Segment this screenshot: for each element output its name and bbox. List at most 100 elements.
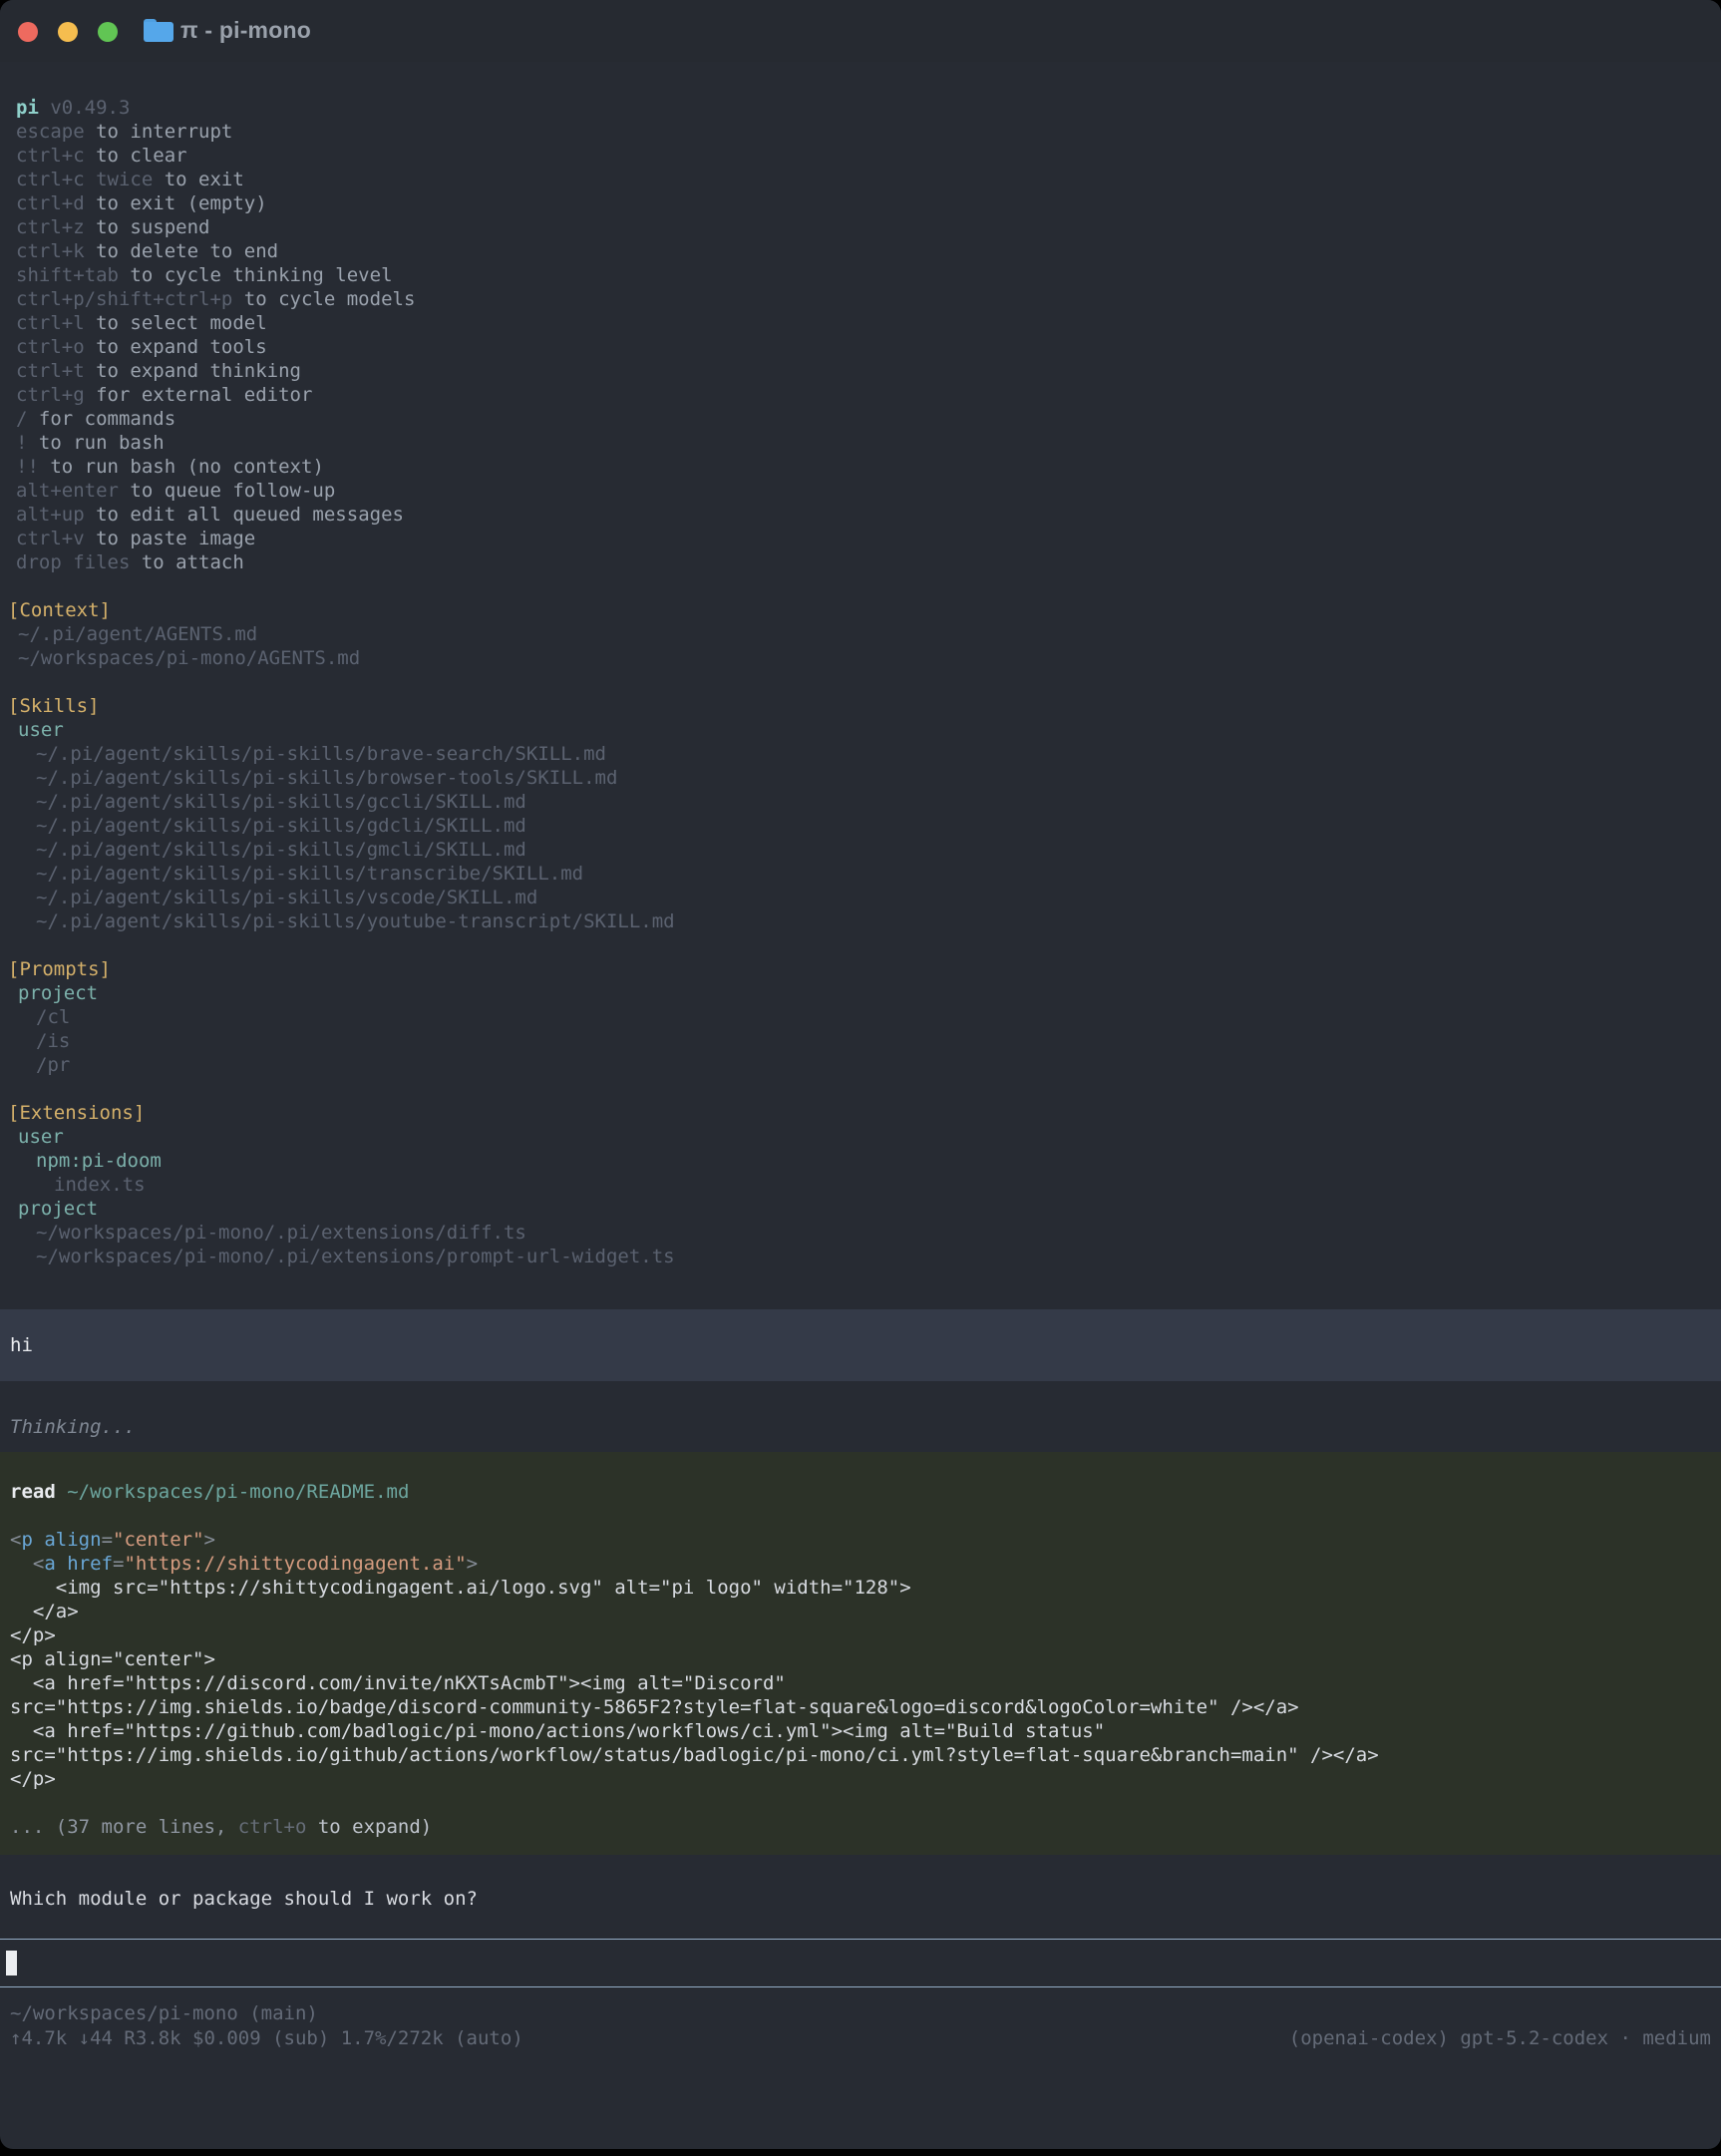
- hint-key: /: [16, 408, 27, 430]
- tool-output: <p align="center"> <a href="https://shit…: [10, 1528, 1711, 1839]
- hint-line: ctrl+c twice to exit: [16, 168, 1721, 191]
- hint-line: ctrl+c to clear: [16, 144, 1721, 168]
- hint-line: ctrl+g for external editor: [16, 383, 1721, 407]
- hints-list: escape to interruptctrl+c to clearctrl+c…: [16, 120, 1721, 574]
- code-token: <: [33, 1553, 44, 1575]
- tool-argument: ~/workspaces/pi-mono/README.md: [67, 1481, 409, 1503]
- traffic-light-zoom-button[interactable]: [98, 22, 118, 42]
- hint-key: escape: [16, 121, 85, 143]
- hint-desc: to delete to end: [96, 240, 278, 262]
- hint-line: ctrl+l to select model: [16, 311, 1721, 335]
- hint-desc: to cycle models: [244, 288, 416, 310]
- tool-name: read: [10, 1481, 56, 1503]
- hint-line: ctrl+z to suspend: [16, 215, 1721, 239]
- tree-line: ~/.pi/agent/skills/pi-skills/browser-too…: [8, 766, 1721, 790]
- app-version: v0.49.3: [50, 97, 130, 119]
- code-token: <img src="https://shittycodingagent.ai/l…: [10, 1577, 911, 1599]
- hint-line: / for commands: [16, 407, 1721, 431]
- assistant-message: Which module or package should I work on…: [0, 1887, 1721, 1911]
- hint-key: drop files: [16, 551, 130, 573]
- code-line: </p>: [10, 1623, 1711, 1647]
- statusbar: ~/workspaces/pi-mono (main) ↑4.7k ↓44 R3…: [0, 1987, 1721, 2051]
- code-line: src="https://img.shields.io/badge/discor…: [10, 1695, 1711, 1719]
- hint-desc: to select model: [96, 312, 267, 334]
- code-token: src="https://img.shields.io/badge/discor…: [10, 1696, 1299, 1718]
- terminal-window: π - pi-mono pi v0.49.3 escape to interru…: [0, 0, 1721, 2149]
- hint-desc: to edit all queued messages: [96, 504, 404, 526]
- hint-key: ctrl+p/shift+ctrl+p: [16, 288, 232, 310]
- code-token: =: [102, 1529, 113, 1551]
- code-token: [10, 1553, 33, 1575]
- tree-line: ~/.pi/agent/skills/pi-skills/transcribe/…: [8, 862, 1721, 886]
- hint-key: ctrl+v: [16, 528, 85, 549]
- hint-key: ctrl+c twice: [16, 169, 153, 190]
- tree-line: project: [8, 1197, 1721, 1221]
- code-token: [33, 1529, 44, 1551]
- tree-line: ~/.pi/agent/skills/pi-skills/gdcli/SKILL…: [8, 814, 1721, 838]
- code-line: src="https://img.shields.io/github/actio…: [10, 1743, 1711, 1767]
- hint-desc: to queue follow-up: [130, 480, 335, 502]
- code-token: </p>: [10, 1624, 56, 1646]
- hint-desc: to cycle thinking level: [130, 264, 392, 286]
- hint-line: ctrl+t to expand thinking: [16, 359, 1721, 383]
- code-line: </a>: [10, 1600, 1711, 1623]
- tree-line: ~/workspaces/pi-mono/.pi/extensions/diff…: [8, 1221, 1721, 1245]
- tree-line: /pr: [8, 1053, 1721, 1077]
- hint-line: alt+up to edit all queued messages: [16, 503, 1721, 527]
- tree-line: /cl: [8, 1005, 1721, 1029]
- workdir-branch: ~/workspaces/pi-mono (main): [10, 2001, 1711, 2026]
- code-token: <: [10, 1529, 21, 1551]
- hint-key: ctrl+c: [16, 145, 85, 167]
- code-line: <p align="center">: [10, 1528, 1711, 1552]
- code-token: =: [113, 1553, 124, 1575]
- code-token: "center": [113, 1529, 204, 1551]
- hint-line: !! to run bash (no context): [16, 455, 1721, 479]
- tree-line: ~/.pi/agent/skills/pi-skills/brave-searc…: [8, 742, 1721, 766]
- code-token: ... (37 more lines,: [10, 1816, 238, 1838]
- hint-line: alt+enter to queue follow-up: [16, 479, 1721, 503]
- startup-hints: pi v0.49.3 escape to interruptctrl+c to …: [0, 96, 1721, 574]
- code-token: <a href="https://discord.com/invite/nKXT…: [10, 1672, 786, 1694]
- code-token: a: [44, 1553, 55, 1575]
- hint-key: alt+up: [16, 504, 85, 526]
- hint-desc: to paste image: [96, 528, 255, 549]
- user-message: hi: [0, 1309, 1721, 1381]
- hint-desc: to interrupt: [96, 121, 232, 143]
- hint-desc: to clear: [96, 145, 187, 167]
- hint-desc: to run bash: [39, 432, 165, 454]
- tree-line: index.ts: [8, 1173, 1721, 1197]
- hint-key: ctrl+t: [16, 360, 85, 382]
- tree-line: ~/.pi/agent/AGENTS.md: [8, 622, 1721, 646]
- tool-call-block: read ~/workspaces/pi-mono/README.md <p a…: [0, 1452, 1721, 1855]
- hint-key: ctrl+l: [16, 312, 85, 334]
- code-line: </p>: [10, 1767, 1711, 1791]
- hint-key: ctrl+k: [16, 240, 85, 262]
- tree-line: ~/.pi/agent/skills/pi-skills/youtube-tra…: [8, 909, 1721, 933]
- code-token: "https://shittycodingagent.ai": [124, 1553, 466, 1575]
- tree-line: ~/workspaces/pi-mono/.pi/extensions/prom…: [8, 1245, 1721, 1268]
- code-line: <img src="https://shittycodingagent.ai/l…: [10, 1576, 1711, 1600]
- hint-desc: for external editor: [96, 384, 312, 406]
- prompt-input[interactable]: [0, 1940, 1721, 1986]
- hint-desc: for commands: [39, 408, 175, 430]
- code-line: <a href="https://github.com/badlogic/pi-…: [10, 1719, 1711, 1743]
- code-line: <a href="https://shittycodingagent.ai">: [10, 1552, 1711, 1576]
- hint-key: !!: [16, 456, 39, 478]
- tree-line: npm:pi-doom: [8, 1149, 1721, 1173]
- code-token: ctrl+o: [238, 1816, 307, 1838]
- hint-key: ctrl+g: [16, 384, 85, 406]
- titlebar: π - pi-mono: [0, 0, 1721, 62]
- hint-key: ctrl+z: [16, 216, 85, 238]
- status-row-2: ↑4.7k ↓44 R3.8k $0.009 (sub) 1.7%/272k (…: [10, 2026, 1711, 2051]
- traffic-light-minimize-button[interactable]: [58, 22, 78, 42]
- tree-line: user: [8, 718, 1721, 742]
- traffic-light-close-button[interactable]: [18, 22, 38, 42]
- hint-line: ctrl+d to exit (empty): [16, 191, 1721, 215]
- panels: [Context]~/.pi/agent/AGENTS.md~/workspac…: [0, 598, 1721, 1268]
- code-token: to expand): [306, 1816, 432, 1838]
- hint-line: ! to run bash: [16, 431, 1721, 455]
- hint-key: ctrl+o: [16, 336, 85, 358]
- thinking-indicator: Thinking...: [0, 1415, 1721, 1439]
- hint-line: ctrl+k to delete to end: [16, 239, 1721, 263]
- token-usage: ↑4.7k ↓44 R3.8k $0.009 (sub) 1.7%/272k (…: [10, 2026, 523, 2051]
